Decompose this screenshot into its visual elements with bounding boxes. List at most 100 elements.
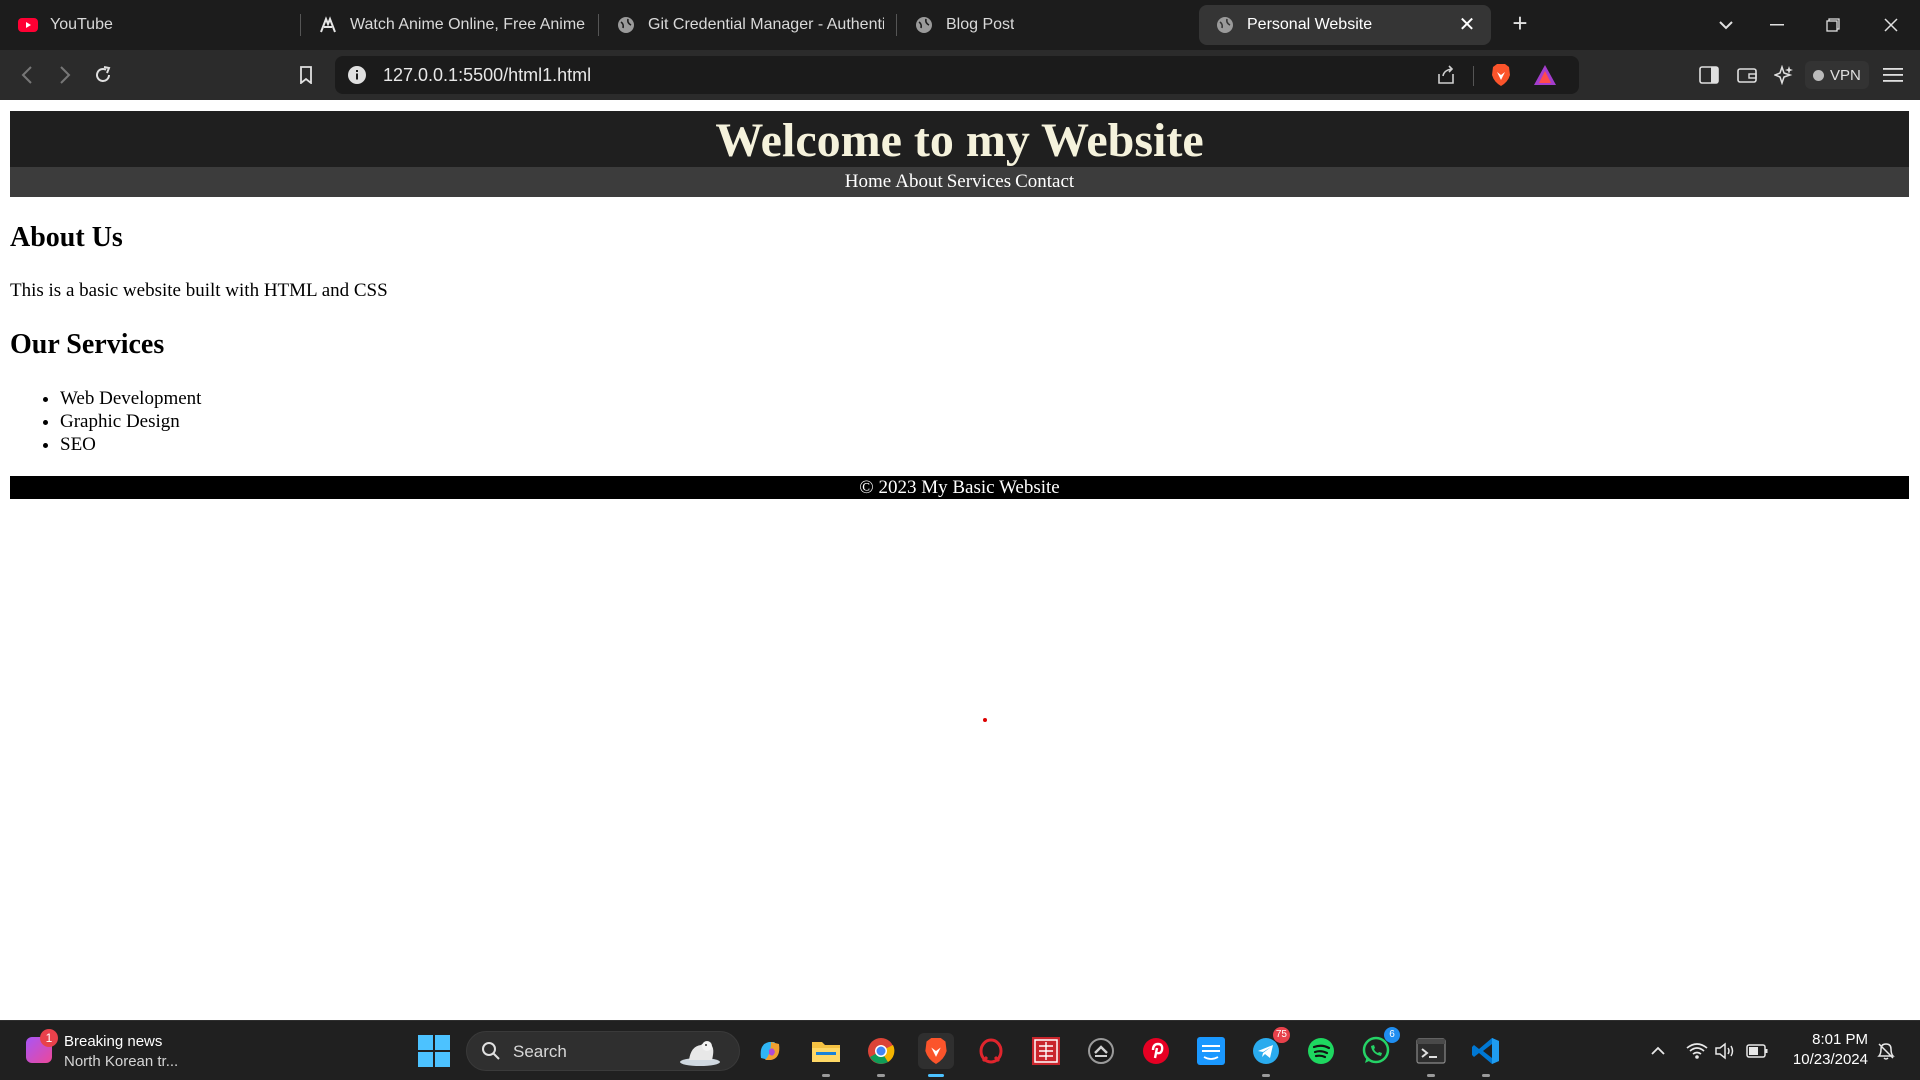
start-button[interactable] xyxy=(418,1035,450,1067)
telegram-icon[interactable]: 75 xyxy=(1248,1027,1290,1077)
nav-link-about[interactable]: About xyxy=(895,171,943,192)
browser-toolbar: 127.0.0.1:5500/html1.html VPN xyxy=(0,50,1920,100)
active-indicator xyxy=(928,1074,944,1077)
unread-badge: 75 xyxy=(1272,1027,1290,1043)
brave-icon[interactable] xyxy=(918,1033,954,1077)
search-highlight-icon xyxy=(677,1036,723,1073)
notification-badge: 1 xyxy=(40,1029,58,1047)
site-footer: © 2023 My Basic Website xyxy=(10,476,1909,499)
unread-badge: 6 xyxy=(1384,1027,1400,1043)
youtube-icon xyxy=(18,15,38,35)
url-text: 127.0.0.1:5500/html1.html xyxy=(383,65,592,85)
tab-git-credential-manager[interactable]: Git Credential Manager - Authentica xyxy=(616,5,884,45)
search-label: Search xyxy=(513,1042,567,1061)
site-title: Welcome to my Website xyxy=(715,114,1204,167)
vpn-status-icon xyxy=(1813,69,1824,81)
tab-search-chevron-icon[interactable] xyxy=(1711,10,1741,40)
back-button[interactable] xyxy=(12,60,42,90)
globe-icon xyxy=(1215,15,1235,35)
clock-date: 10/23/2024 xyxy=(1792,1051,1868,1068)
chrome-icon[interactable] xyxy=(863,1033,899,1077)
globe-icon xyxy=(914,15,934,35)
whatsapp-icon[interactable]: 6 xyxy=(1358,1027,1400,1069)
terminal-icon[interactable] xyxy=(1413,1033,1449,1077)
opera-icon[interactable] xyxy=(973,1033,1009,1069)
wallet-icon[interactable] xyxy=(1732,60,1762,90)
wifi-icon[interactable] xyxy=(1685,1039,1709,1063)
news-title: Breaking news xyxy=(64,1033,163,1050)
running-indicator xyxy=(1482,1074,1490,1077)
web-page-content: Welcome to my Website Home About Service… xyxy=(0,100,1920,1020)
services-list: Web Development Graphic Design SEO xyxy=(60,387,201,456)
chevron-up-icon[interactable] xyxy=(1646,1039,1670,1063)
tab-separator xyxy=(300,14,301,36)
tab-anime[interactable]: Watch Anime Online, Free Anime Str xyxy=(318,5,586,45)
globe-icon xyxy=(616,15,636,35)
volume-icon[interactable] xyxy=(1713,1039,1737,1063)
news-widget[interactable]: 1 Breaking news North Korean tr... xyxy=(22,1029,202,1073)
pinterest-icon[interactable] xyxy=(1138,1033,1174,1069)
tab-title: Blog Post xyxy=(946,16,1015,33)
news-subtitle: North Korean tr... xyxy=(64,1053,179,1070)
nav-link-home[interactable]: Home xyxy=(845,171,891,192)
taskbar-search-box[interactable]: Search xyxy=(466,1031,740,1071)
search-icon xyxy=(481,1041,501,1066)
prime-video-icon[interactable] xyxy=(1193,1033,1229,1069)
vpn-button[interactable]: VPN xyxy=(1805,61,1869,89)
file-explorer-icon[interactable] xyxy=(808,1033,844,1077)
tab-separator xyxy=(598,14,599,36)
stremio-icon[interactable] xyxy=(1083,1033,1119,1069)
close-tab-icon[interactable]: ✕ xyxy=(1457,15,1477,35)
tab-separator xyxy=(896,14,897,36)
copilot-icon[interactable] xyxy=(752,1033,788,1069)
tab-title: YouTube xyxy=(50,16,113,33)
nav-link-contact[interactable]: Contact xyxy=(1015,171,1074,192)
system-clock[interactable]: 8:01 PM 10/23/2024 xyxy=(1776,1030,1868,1070)
list-item: SEO xyxy=(60,433,201,456)
browser-tab-strip: YouTube Watch Anime Online, Free Anime S… xyxy=(0,0,1920,50)
about-paragraph: This is a basic website built with HTML … xyxy=(10,280,388,301)
restore-button[interactable] xyxy=(1818,10,1848,40)
anime-site-icon xyxy=(318,15,338,35)
spotify-icon[interactable] xyxy=(1303,1033,1339,1069)
about-heading: About Us xyxy=(10,222,123,253)
menu-icon[interactable] xyxy=(1878,60,1908,90)
list-item: Graphic Design xyxy=(60,410,201,433)
tab-youtube[interactable]: YouTube xyxy=(18,5,288,45)
vscode-icon[interactable] xyxy=(1468,1033,1504,1077)
list-item: Web Development xyxy=(60,387,201,410)
tab-blog-post[interactable]: Blog Post xyxy=(914,5,1182,45)
site-info-icon[interactable] xyxy=(347,65,367,85)
leo-ai-icon[interactable] xyxy=(1769,60,1799,90)
minimize-button[interactable] xyxy=(1762,10,1792,40)
close-window-button[interactable] xyxy=(1876,10,1906,40)
reload-button[interactable] xyxy=(88,60,118,90)
forward-button[interactable] xyxy=(50,60,80,90)
battery-icon[interactable] xyxy=(1745,1039,1769,1063)
bookmark-icon[interactable] xyxy=(291,60,321,90)
running-indicator xyxy=(822,1074,830,1077)
nav-link-services[interactable]: Services xyxy=(947,171,1011,192)
services-heading: Our Services xyxy=(10,329,165,360)
vpn-label: VPN xyxy=(1830,66,1861,84)
sidebar-toggle-icon[interactable] xyxy=(1694,60,1724,90)
tab-title: Git Credential Manager - Authentica xyxy=(648,16,884,33)
cursor-dot xyxy=(983,718,987,722)
brave-shields-icon[interactable] xyxy=(1490,63,1512,92)
running-indicator xyxy=(1262,1074,1270,1077)
tab-title: Personal Website xyxy=(1247,16,1373,33)
running-indicator xyxy=(1427,1074,1435,1077)
divider xyxy=(1473,66,1474,86)
brave-rewards-icon[interactable] xyxy=(1533,64,1557,91)
running-indicator xyxy=(877,1074,885,1077)
share-icon[interactable] xyxy=(1435,64,1457,91)
site-nav: Home About Services Contact xyxy=(10,167,1909,197)
anime-app-icon[interactable] xyxy=(1028,1033,1064,1069)
address-bar[interactable]: 127.0.0.1:5500/html1.html xyxy=(335,56,1579,94)
windows-logo-icon xyxy=(418,1035,433,1050)
tab-personal-website[interactable]: Personal Website ✕ xyxy=(1199,5,1491,45)
notification-center-icon[interactable] xyxy=(1874,1039,1898,1063)
site-header: Welcome to my Website xyxy=(10,111,1909,167)
new-tab-button[interactable]: + xyxy=(1506,10,1534,38)
clock-time: 8:01 PM xyxy=(1812,1031,1868,1048)
